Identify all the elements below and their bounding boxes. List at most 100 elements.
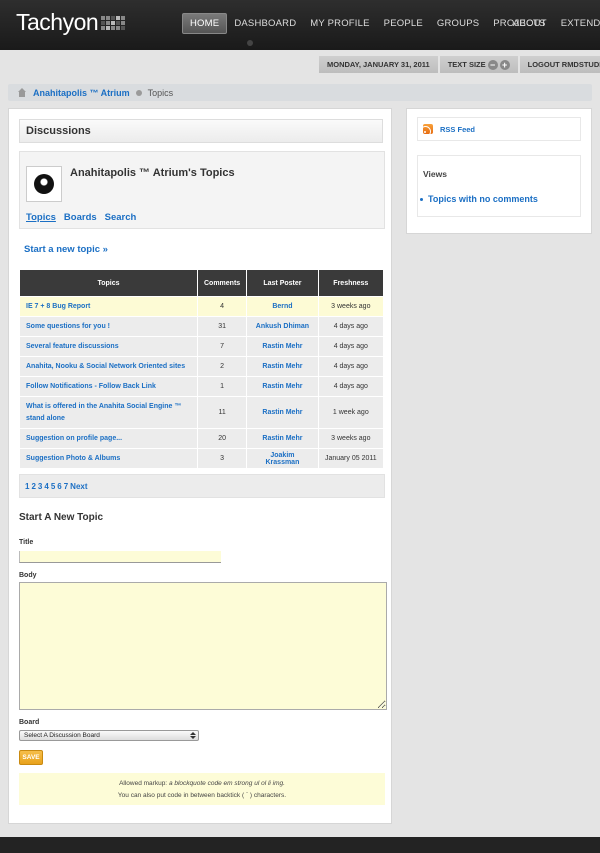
- nav-extend[interactable]: EXTEND: [554, 13, 600, 34]
- column-header-last-poster: Last Poster: [247, 270, 318, 296]
- breadcrumb-separator-icon: [135, 89, 142, 96]
- last-poster-link[interactable]: Rastin Mehr: [247, 377, 318, 396]
- main-nav: HOME DASHBOARD MY PROFILE PEOPLE GROUPS …: [182, 13, 553, 34]
- table-row: Several feature discussions 7 Rastin Meh…: [20, 337, 383, 356]
- logout-button[interactable]: LOGOUT RMDSTUDIO: [519, 56, 600, 73]
- freshness: 3 weeks ago: [318, 297, 383, 316]
- comment-count: 2: [197, 357, 247, 376]
- allowed-markup-note: Allowed markup: a blockquote code em str…: [19, 773, 385, 805]
- group-tabs: Topics Boards Search: [26, 212, 144, 223]
- freshness: January 05 2011: [318, 449, 383, 468]
- sidebar: RSS Feed Views Topics with no comments: [406, 108, 592, 234]
- title-input[interactable]: [19, 551, 221, 563]
- topic-link[interactable]: Suggestion on profile page...: [20, 429, 197, 448]
- page-link-2[interactable]: 2: [31, 482, 35, 491]
- page-link-5[interactable]: 5: [51, 482, 55, 491]
- comment-count: 31: [197, 317, 247, 336]
- nav-people[interactable]: PEOPLE: [377, 13, 430, 34]
- last-poster-link[interactable]: Rastin Mehr: [247, 337, 318, 356]
- table-row: Suggestion on profile page... 20 Rastin …: [20, 429, 383, 448]
- tab-topics[interactable]: Topics: [26, 212, 56, 223]
- page-link-6[interactable]: 6: [57, 482, 61, 491]
- text-size-control: TEXT SIZE − +: [439, 56, 518, 73]
- table-row: What is offered in the Anahita Social En…: [20, 397, 383, 428]
- page-link-4[interactable]: 4: [44, 482, 48, 491]
- title-label: Title: [19, 539, 34, 546]
- page-link-1[interactable]: 1: [25, 482, 29, 491]
- topic-link[interactable]: Follow Notifications - Follow Back Link: [20, 377, 197, 396]
- last-poster-link[interactable]: Ankush Dhiman: [247, 317, 318, 336]
- discussions-heading: Discussions: [19, 119, 383, 143]
- secondary-nav: ABOUT EXTEND: [506, 13, 600, 34]
- current-date: MONDAY, JANUARY 31, 2011: [319, 56, 438, 73]
- new-topic-form-title: Start A New Topic: [19, 512, 104, 523]
- topic-link[interactable]: Anahita, Nooku & Social Network Oriented…: [20, 357, 197, 376]
- decrease-text-icon[interactable]: −: [487, 59, 498, 70]
- table-row: Some questions for you ! 31 Ankush Dhima…: [20, 317, 383, 336]
- rss-icon[interactable]: [423, 124, 433, 134]
- save-button[interactable]: SAVE: [19, 750, 43, 765]
- group-emblem-icon: [34, 174, 54, 194]
- next-page-link[interactable]: Next: [70, 482, 87, 491]
- start-new-topic-link[interactable]: Start a new topic »: [24, 244, 108, 255]
- home-icon[interactable]: [17, 87, 27, 98]
- topic-link[interactable]: Suggestion Photo & Albums: [20, 449, 197, 468]
- comment-count: 1: [197, 377, 247, 396]
- freshness: 4 days ago: [318, 317, 383, 336]
- pagination: 1 2 3 4 5 6 7 Next: [19, 474, 385, 498]
- table-row: Anahita, Nooku & Social Network Oriented…: [20, 357, 383, 376]
- board-select-value: Select A Discussion Board: [24, 732, 100, 739]
- freshness: 4 days ago: [318, 337, 383, 356]
- top-navigation-bar: Tachyon HOME DASHBOARD MY PROFILE PEOPLE…: [0, 0, 600, 50]
- breadcrumb-group-link[interactable]: Anahitapolis ™ Atrium: [33, 88, 130, 98]
- nav-groups[interactable]: GROUPS: [430, 13, 486, 34]
- freshness: 4 days ago: [318, 377, 383, 396]
- views-box: Views Topics with no comments: [417, 155, 581, 217]
- comment-count: 4: [197, 297, 247, 316]
- table-header-row: Topics Comments Last Poster Freshness: [20, 270, 383, 296]
- nav-dashboard[interactable]: DASHBOARD: [227, 13, 303, 34]
- topic-link[interactable]: What is offered in the Anahita Social En…: [20, 397, 197, 428]
- topic-link[interactable]: IE 7 + 8 Bug Report: [20, 297, 197, 316]
- breadcrumb: Anahitapolis ™ Atrium Topics: [8, 84, 592, 101]
- table-row: Follow Notifications - Follow Back Link …: [20, 377, 383, 396]
- last-poster-link[interactable]: Rastin Mehr: [247, 397, 318, 428]
- last-poster-link[interactable]: Bernd: [247, 297, 318, 316]
- nav-about[interactable]: ABOUT: [506, 13, 554, 34]
- page-link-7[interactable]: 7: [64, 482, 68, 491]
- page-link-3[interactable]: 3: [38, 482, 42, 491]
- comment-count: 11: [197, 397, 247, 428]
- site-logo[interactable]: Tachyon: [16, 9, 126, 36]
- nav-my-profile[interactable]: MY PROFILE: [303, 13, 376, 34]
- topics-no-comments-link[interactable]: Topics with no comments: [428, 194, 538, 204]
- rss-feed-link[interactable]: RSS Feed: [440, 125, 475, 134]
- board-select[interactable]: Select A Discussion Board: [19, 730, 199, 741]
- group-header: Anahitapolis ™ Atrium's Topics Topics Bo…: [19, 151, 385, 229]
- last-poster-link[interactable]: Joakim Krassman: [247, 449, 318, 468]
- group-topics-title: Anahitapolis ™ Atrium's Topics: [70, 167, 235, 179]
- group-avatar[interactable]: [26, 166, 62, 202]
- topic-link[interactable]: Some questions for you !: [20, 317, 197, 336]
- tab-boards[interactable]: Boards: [64, 212, 97, 223]
- body-textarea[interactable]: [19, 582, 387, 710]
- select-arrows-icon: [190, 732, 196, 739]
- views-title: Views: [423, 169, 447, 179]
- last-poster-link[interactable]: Rastin Mehr: [247, 357, 318, 376]
- tab-search[interactable]: Search: [105, 212, 137, 223]
- views-list-item: Topics with no comments: [420, 194, 538, 204]
- last-poster-link[interactable]: Rastin Mehr: [247, 429, 318, 448]
- comment-count: 7: [197, 337, 247, 356]
- backtick-note: You can also put code in between backtic…: [117, 792, 287, 799]
- text-size-label: TEXT SIZE: [447, 60, 486, 69]
- nav-home[interactable]: HOME: [182, 13, 228, 34]
- board-label: Board: [19, 719, 40, 726]
- rss-feed-box: RSS Feed: [417, 117, 581, 141]
- logo-mark-icon: [101, 15, 126, 30]
- comment-count: 3: [197, 449, 247, 468]
- markup-prefix: Allowed markup:: [119, 780, 168, 787]
- increase-text-icon[interactable]: +: [499, 59, 510, 70]
- topic-link[interactable]: Several feature discussions: [20, 337, 197, 356]
- body-label: Body: [19, 572, 37, 579]
- freshness: 3 weeks ago: [318, 429, 383, 448]
- freshness: 4 days ago: [318, 357, 383, 376]
